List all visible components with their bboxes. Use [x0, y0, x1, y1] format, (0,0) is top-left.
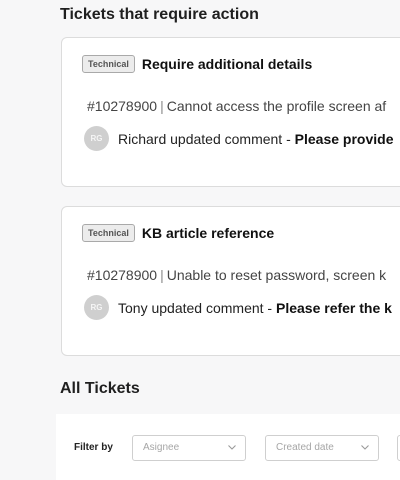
comment-text: Richard updated comment - Please provide	[118, 131, 393, 147]
assignee-filter-select[interactable]: Asignee	[132, 435, 246, 461]
ticket-summary-line: #10278900 | Unable to reset password, scre…	[87, 267, 386, 283]
separator: |	[160, 98, 164, 114]
comment-dash: -	[263, 299, 276, 316]
category-tag: Technical	[82, 55, 135, 73]
ticket-card[interactable]: Technical KB article reference #10278900…	[61, 206, 400, 356]
ticket-card-header: Technical Require additional details	[82, 55, 312, 73]
comment-author: Tony updated comment	[118, 299, 264, 316]
comment-text: Tony updated comment - Please refer the …	[118, 300, 392, 316]
ticket-summary: Cannot access the profile screen af	[166, 98, 387, 114]
avatar: RG	[84, 295, 109, 320]
ticket-title[interactable]: Require additional details	[142, 56, 312, 72]
comment-author: Richard updated comment	[118, 130, 283, 147]
created-date-filter-select[interactable]: Created date	[265, 435, 379, 461]
chevron-down-icon	[228, 445, 236, 450]
created-date-placeholder: Created date	[276, 442, 334, 453]
filter-label: Filter by	[74, 442, 113, 453]
latest-comment: RG Tony updated comment - Please refer t…	[84, 295, 392, 320]
ticket-id[interactable]: #10278900	[87, 267, 157, 283]
chevron-down-icon	[361, 445, 369, 450]
page: Tickets that require action Technical Re…	[0, 0, 400, 480]
category-tag: Technical	[82, 224, 135, 242]
comment-body: Please provide	[294, 130, 394, 147]
comment-dash: -	[282, 130, 295, 147]
ticket-title[interactable]: KB article reference	[142, 225, 274, 241]
filter-bar: Filter by Asignee Created date	[56, 414, 400, 480]
ticket-id[interactable]: #10278900	[87, 98, 157, 114]
separator: |	[160, 267, 164, 283]
comment-body: Please refer the k	[275, 299, 392, 316]
section-title-tickets-require-action: Tickets that require action	[60, 6, 259, 23]
assignee-placeholder: Asignee	[143, 442, 180, 453]
ticket-card-header: Technical KB article reference	[82, 224, 274, 242]
ticket-summary: Unable to reset password, screen k	[166, 267, 387, 283]
section-title-all-tickets: All Tickets	[60, 380, 140, 397]
ticket-card[interactable]: Technical Require additional details #10…	[61, 37, 400, 187]
avatar: RG	[84, 126, 109, 151]
ticket-summary-line: #10278900 | Cannot access the profile scre…	[87, 98, 386, 114]
latest-comment: RG Richard updated comment - Please prov…	[84, 126, 393, 151]
